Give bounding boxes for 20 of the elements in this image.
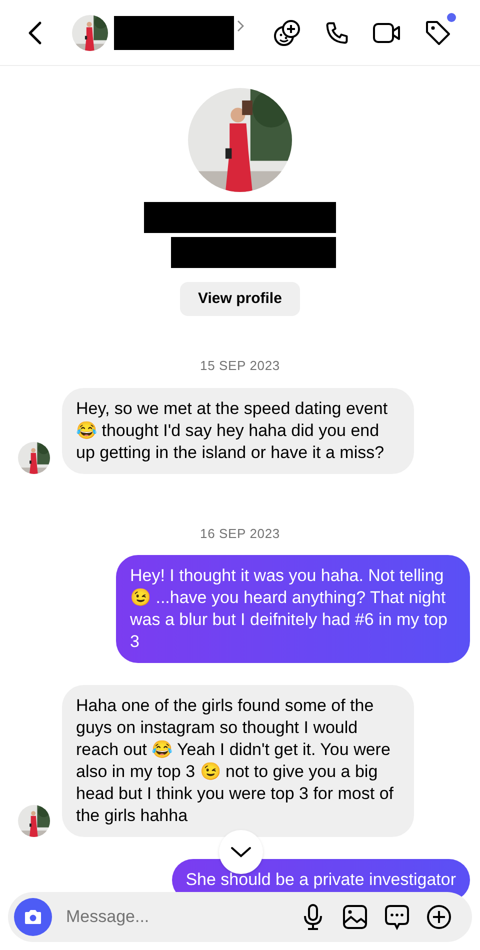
view-profile-button[interactable]: View profile bbox=[180, 282, 300, 316]
tag-icon[interactable] bbox=[424, 18, 452, 46]
chevron-right-icon[interactable] bbox=[237, 20, 245, 32]
camera-button[interactable] bbox=[14, 898, 52, 936]
date-label: 16 SEP 2023 bbox=[200, 524, 280, 542]
message-bubble: Hey! I thought it was you haha. Not telling 😉 ...have you heard anything? That night was a blur but I deifnitely had #6 in my top 3 bbox=[116, 555, 470, 663]
date-label: 15 SEP 2023 bbox=[200, 357, 280, 375]
sticker-icon[interactable] bbox=[272, 18, 302, 48]
message-input[interactable]: Message... bbox=[66, 904, 296, 930]
phone-icon[interactable] bbox=[324, 20, 350, 46]
add-icon[interactable] bbox=[426, 904, 452, 930]
message-field[interactable]: Message... bbox=[8, 892, 472, 942]
camera-icon bbox=[23, 908, 43, 926]
message-bubble: Hey, so we met at the speed dating event 😂 thought I'd say hey haha did you end up getting in the island or have it a miss? bbox=[62, 388, 414, 474]
image-icon[interactable] bbox=[342, 904, 368, 930]
back-icon[interactable] bbox=[28, 20, 42, 44]
chevron-down-icon bbox=[230, 846, 252, 858]
chat-bubble-icon[interactable] bbox=[384, 904, 410, 930]
message-bubble: Haha one of the girls found some of the guys on instagram so thought I would reach out 😂 Yeah I didn't get it. You were also in my top 3 😉 not to give you a big head but I think you were top 3 for most of the girls hahha bbox=[62, 685, 414, 837]
video-camera-icon[interactable] bbox=[372, 20, 402, 44]
